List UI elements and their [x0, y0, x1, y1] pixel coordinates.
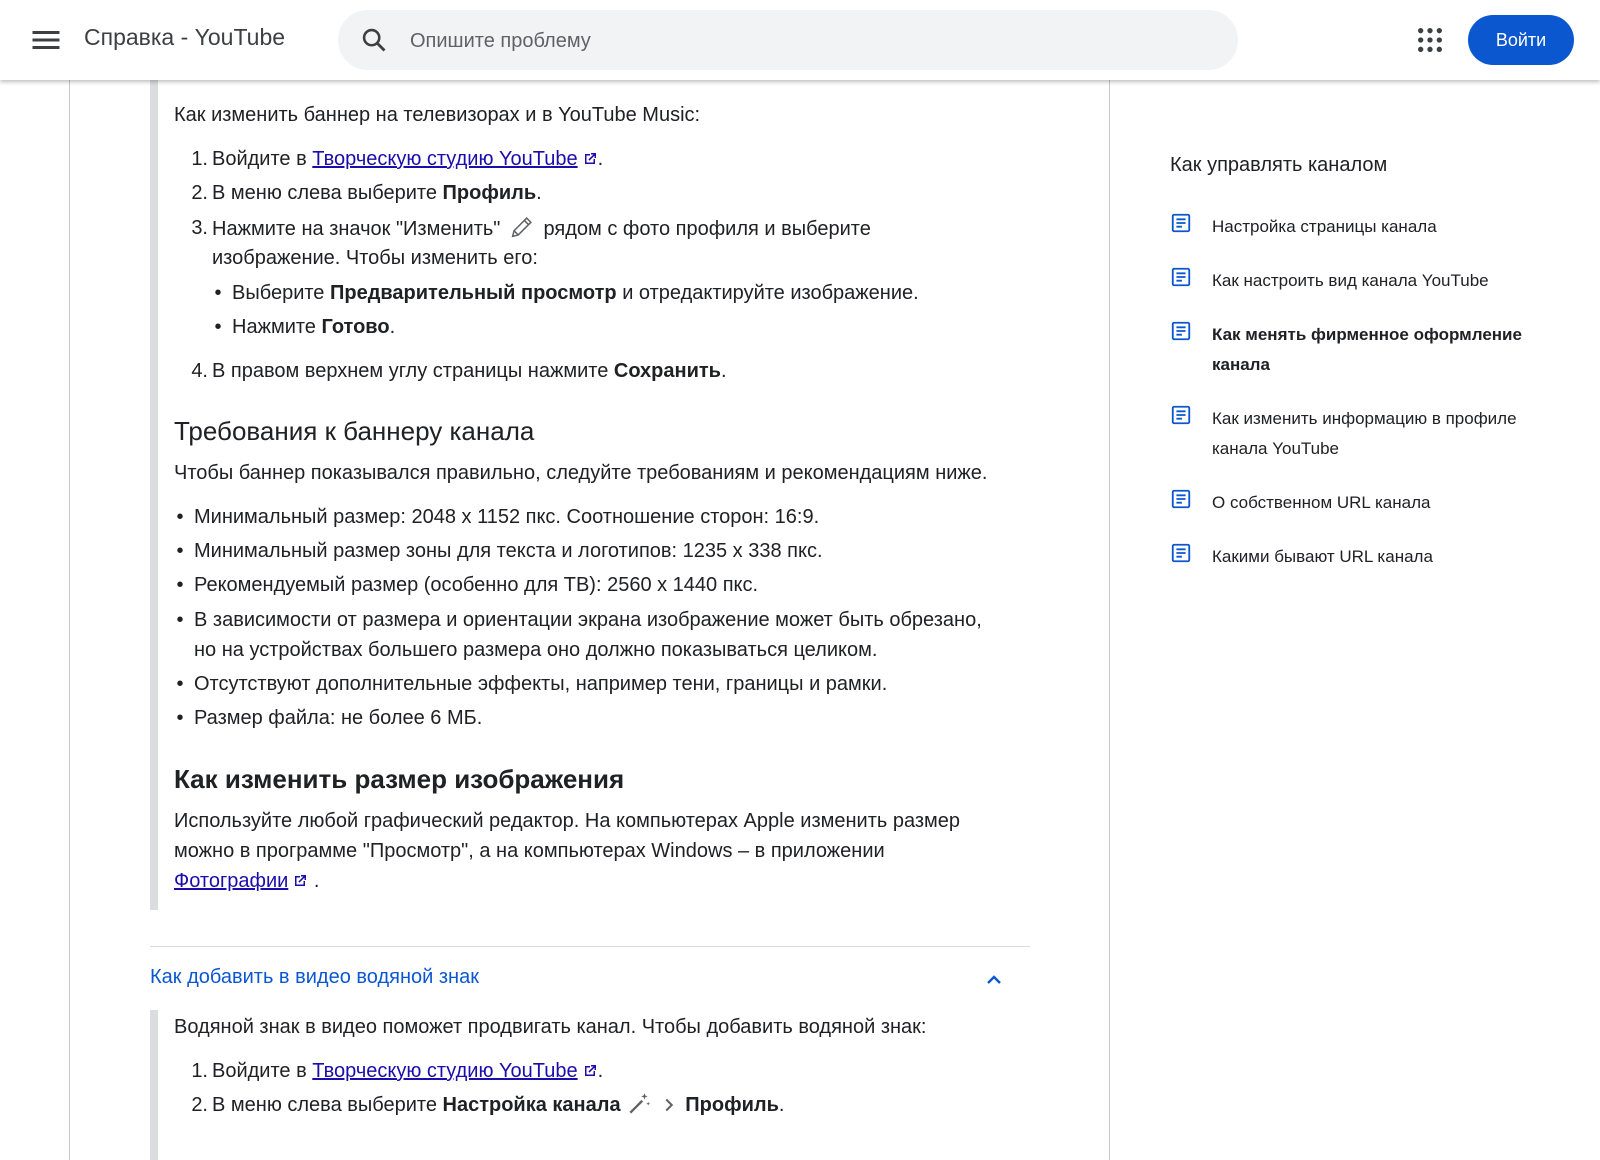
profile-label: Профиль [442, 182, 537, 204]
profile-label: Профиль [685, 1094, 779, 1116]
substep-text: Выберите [232, 282, 325, 304]
sidebar-item-label[interactable]: Какими бывают URL канала [1212, 542, 1552, 572]
photos-app-link[interactable]: Фотографии [174, 870, 288, 892]
step-text: рядом с фото профиля и выберите [543, 218, 871, 240]
sidebar-item-label[interactable]: Как настроить вид канала YouTube [1212, 266, 1552, 296]
tv-intro-text: Как изменить баннер на телевизорах и в Y… [174, 104, 701, 126]
search-input[interactable] [408, 20, 1212, 62]
main-menu-button[interactable] [28, 22, 64, 58]
bullet: • [176, 574, 184, 596]
step-punct: . [536, 182, 542, 204]
section-divider [150, 946, 1030, 947]
chevron-right-icon [665, 1098, 673, 1112]
accordion-header-watermark[interactable]: Как добавить в видео водяной знак [150, 960, 1030, 1000]
external-link-icon [584, 153, 596, 164]
step-punct: . [720, 360, 727, 382]
pencil-icon [511, 217, 532, 238]
magic-wand-icon [629, 1093, 651, 1114]
sidebar-item-label[interactable]: Настройка страницы канала [1212, 212, 1552, 242]
bullet: • [214, 316, 222, 338]
step-punct: . [313, 870, 320, 892]
substep-text: и отредактируйте изображение. [622, 282, 919, 304]
sidebar-item-label[interactable]: О собственном URL канала [1212, 488, 1552, 518]
requirement-text: Минимальный размер: 2048 x 1152 пкс. Соо… [194, 506, 820, 528]
creator-studio-link[interactable]: Творческую студию YouTube [312, 1060, 577, 1082]
step-punct: . [597, 1060, 604, 1082]
step-number: 1. [191, 1060, 208, 1082]
creator-studio-link[interactable]: Творческую студию YouTube [312, 148, 577, 170]
done-label: Готово [321, 316, 390, 338]
bullet: • [176, 609, 184, 631]
bullet: • [214, 282, 222, 304]
resize-text-line-1: Используйте любой графический редактор. … [174, 810, 961, 832]
search-icon[interactable] [360, 26, 388, 54]
site-title[interactable]: Справка - YouTube [84, 24, 285, 51]
step-text: Войдите в [212, 148, 307, 170]
accordion-content-banner: Как изменить баннер на телевизорах и в Y… [150, 60, 1038, 910]
requirement-text: В зависимости от размера и ориентации эк… [194, 609, 982, 631]
menu-icon [32, 31, 60, 49]
article-icon [1171, 405, 1191, 425]
google-apps-button[interactable] [1414, 24, 1446, 56]
step-text: В меню слева выберите [212, 182, 437, 204]
apps-grid-icon [1418, 28, 1442, 52]
external-link-icon [584, 1065, 596, 1076]
resize-text-line-3: Фотографии . [174, 866, 319, 896]
requirement-text: но на устройствах большего размера оно д… [194, 639, 878, 661]
article-icon [1171, 489, 1191, 509]
step-text: В правом верхнем углу страницы нажмите [212, 360, 609, 382]
requirement-text: Минимальный размер зоны для текста и лог… [194, 540, 823, 562]
article-icon [1171, 213, 1191, 233]
tv-step-3-continued: изображение. Чтобы изменить его: [212, 247, 538, 269]
requirement-text: Отсутствуют дополнительные эффекты, напр… [194, 673, 888, 695]
requirement-text: Рекомендуемый размер (особенно для ТВ): … [194, 574, 759, 596]
requirement-text: Размер файла: не более 6 МБ. [194, 707, 483, 729]
sign-in-button[interactable]: Войти [1468, 15, 1574, 65]
channel-customization-label: Настройка канала [442, 1094, 621, 1116]
preview-label: Предварительный просмотр [329, 282, 617, 304]
step-text: Войдите в [212, 1060, 307, 1082]
chevron-up-icon[interactable] [982, 968, 1006, 992]
save-label: Сохранить [613, 360, 721, 382]
bullet: • [176, 506, 184, 528]
accordion-content-watermark: Водяной знак в видео поможет продвигать … [150, 1010, 1038, 1160]
external-link-icon [295, 875, 307, 886]
step-text: В меню слева выберите [212, 1094, 437, 1116]
bullet: • [176, 540, 184, 562]
resize-text-line-2: можно в программе "Просмотр", а на компь… [174, 840, 885, 862]
bullet: • [176, 673, 184, 695]
sidebar-item-label[interactable]: Как менять фирменное оформление канала [1212, 320, 1552, 380]
resize-heading: Как изменить размер изображения [174, 764, 625, 794]
search-bar[interactable] [338, 10, 1238, 70]
step-number: 3. [191, 217, 208, 239]
substep-text: Нажмите [232, 316, 316, 338]
watermark-intro: Водяной знак в видео поможет продвигать … [174, 1016, 927, 1038]
article-icon [1171, 321, 1191, 341]
step-number: 1. [191, 148, 208, 170]
step-number: 2. [191, 182, 208, 204]
requirements-heading: Требования к баннеру канала [174, 416, 535, 446]
article-card: Как изменить баннер на телевизорах и в Y… [69, 60, 1110, 1160]
step-punct: . [778, 1094, 785, 1116]
article-icon [1171, 543, 1191, 563]
step-number: 4. [191, 360, 208, 382]
step-punct: . [597, 148, 604, 170]
step-punct: . [389, 316, 396, 338]
sidebar-title: Как управлять каналом [1170, 154, 1388, 176]
step-text: Нажмите на значок "Изменить" [212, 218, 501, 240]
top-app-bar: Справка - YouTube Войти [0, 0, 1600, 80]
sidebar-item-label[interactable]: Как изменить информацию в профиле канала … [1212, 404, 1552, 464]
requirements-intro: Чтобы баннер показывался правильно, след… [174, 462, 988, 484]
bullet: • [176, 707, 184, 729]
accordion-title[interactable]: Как добавить в видео водяной знак [150, 966, 479, 989]
step-number: 2. [191, 1094, 208, 1116]
article-icon [1171, 267, 1191, 287]
